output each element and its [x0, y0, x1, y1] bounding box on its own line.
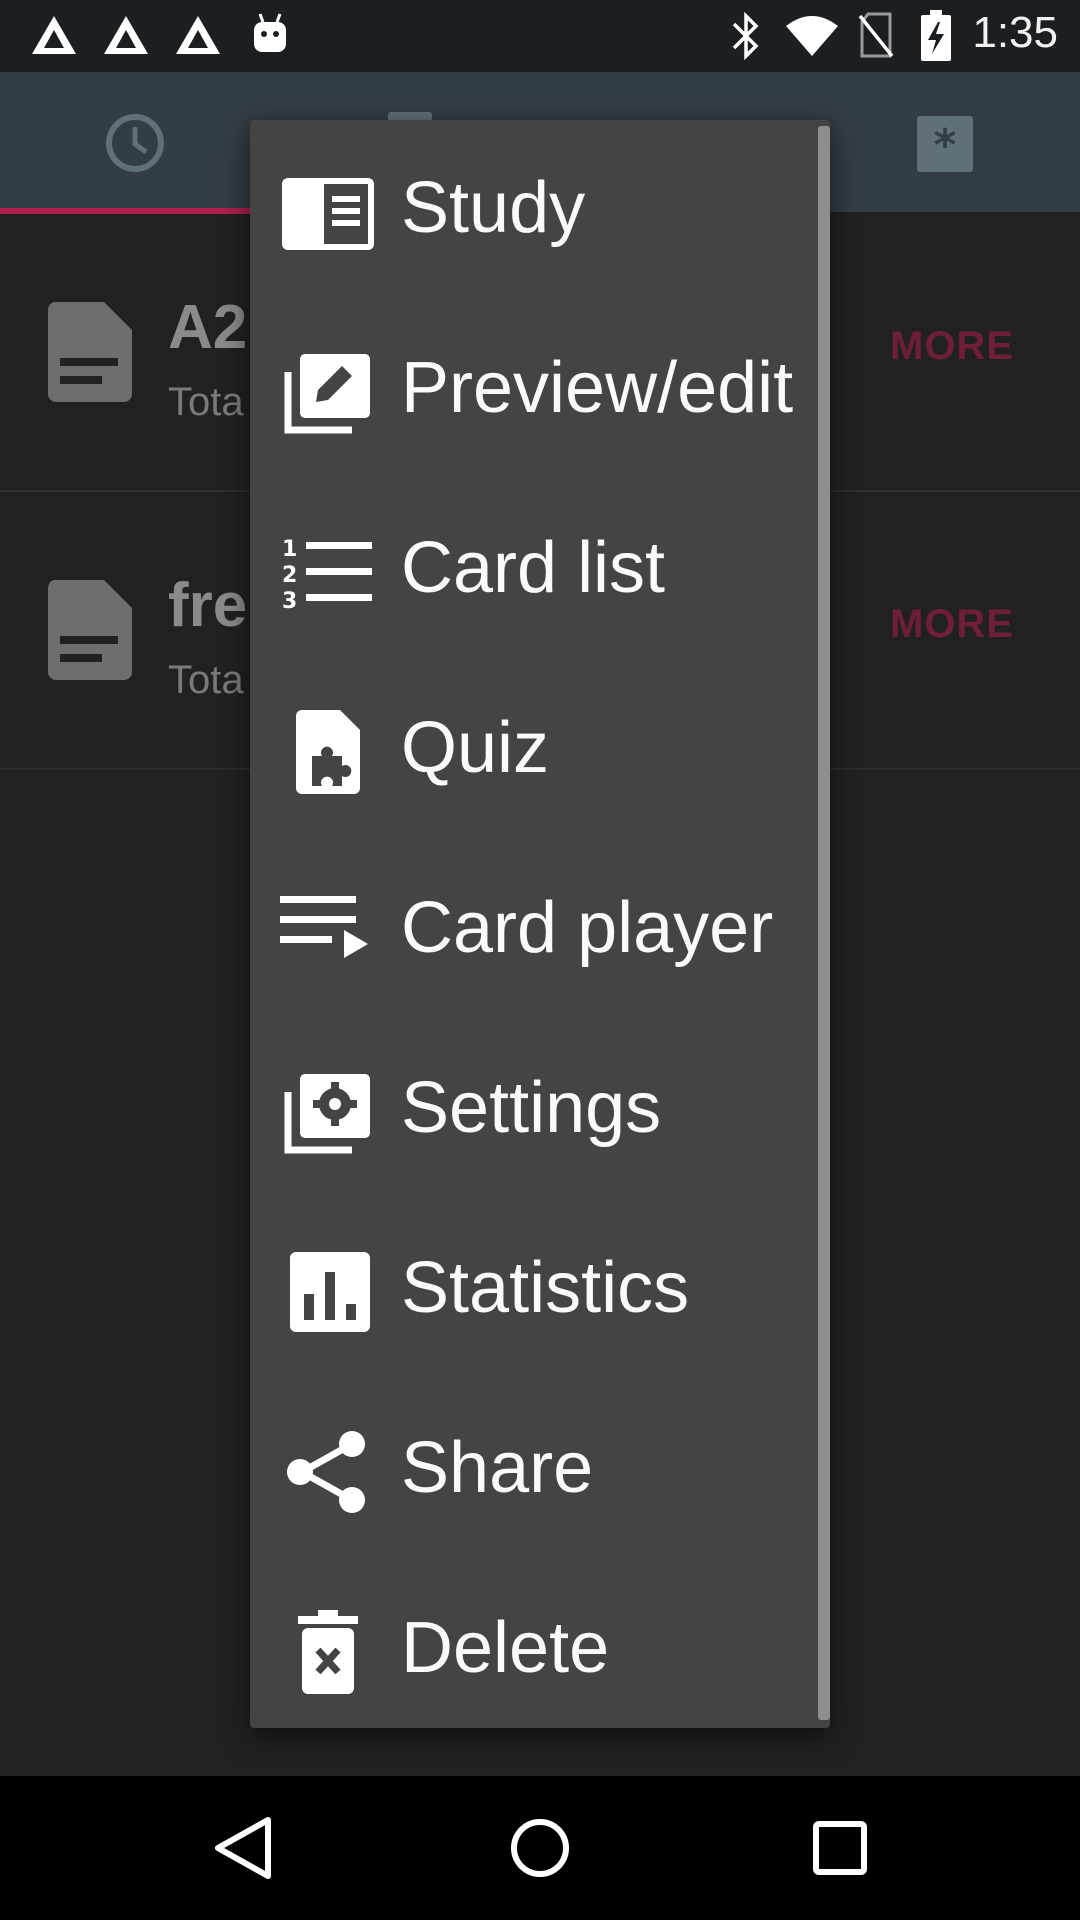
menu-item-preview-edit[interactable]: Preview/edit	[250, 300, 818, 480]
notification-triangle-icon	[32, 16, 76, 54]
menu-item-label: Preview/edit	[401, 348, 794, 428]
asterisk-icon[interactable]: *	[917, 116, 973, 172]
notification-triangle-icon	[104, 16, 148, 54]
svg-text:2: 2	[282, 563, 297, 588]
edit-icon	[284, 354, 370, 434]
deck-title: fre	[168, 571, 248, 640]
menu-item-label: Quiz	[401, 708, 550, 788]
more-button[interactable]: MORE	[890, 324, 1014, 369]
bluetooth-icon	[732, 12, 759, 60]
back-icon[interactable]	[212, 1816, 274, 1880]
menu-item-label: Share	[401, 1428, 594, 1508]
settings-icon	[284, 1074, 370, 1154]
share-icon	[287, 1431, 365, 1513]
no-sim-icon	[858, 12, 894, 58]
battery-charging-icon	[921, 10, 951, 61]
android-icon	[254, 13, 286, 52]
delete-icon	[298, 1610, 358, 1694]
notification-triangle-icon	[176, 16, 220, 54]
document-icon	[48, 580, 132, 680]
menu-item-delete[interactable]: Delete	[250, 1560, 818, 1728]
svg-text:3: 3	[282, 589, 297, 614]
svg-text:1: 1	[282, 537, 297, 562]
svg-text:*: *	[933, 120, 956, 171]
menu-item-statistics[interactable]: Statistics	[250, 1200, 818, 1380]
clock-icon[interactable]	[104, 112, 166, 174]
statistics-icon	[290, 1252, 370, 1332]
study-icon	[282, 178, 374, 250]
numbered-list-icon: 1 2 3	[282, 537, 372, 614]
playlist-play-icon	[280, 896, 368, 958]
deck-title: A2	[168, 293, 248, 362]
deck-subtitle: Tota	[168, 380, 244, 424]
home-icon[interactable]	[510, 1816, 570, 1880]
more-button[interactable]: MORE	[890, 602, 1014, 647]
menu-scrollbar[interactable]	[818, 126, 830, 1720]
deck-subtitle: Tota	[168, 658, 244, 702]
quiz-icon	[296, 710, 360, 794]
menu-item-share[interactable]: Share	[250, 1380, 818, 1560]
menu-item-label: Delete	[401, 1608, 610, 1688]
wifi-icon	[786, 16, 838, 56]
menu-item-label: Study	[401, 168, 586, 248]
menu-item-label: Settings	[401, 1068, 662, 1148]
recents-icon[interactable]	[812, 1816, 868, 1880]
menu-item-label: Statistics	[401, 1248, 690, 1328]
menu-item-label: Card player	[401, 888, 774, 968]
deck-context-menu: Study Preview/edit 1 2 3 Card list Quiz	[250, 120, 830, 1728]
document-icon	[48, 302, 132, 402]
menu-item-settings[interactable]: Settings	[250, 1020, 818, 1200]
menu-item-label: Card list	[401, 528, 666, 608]
menu-item-card-player[interactable]: Card player	[250, 840, 818, 1020]
menu-item-card-list[interactable]: 1 2 3 Card list	[250, 480, 818, 660]
status-bar: 1:35	[0, 0, 1080, 72]
navigation-bar	[0, 1776, 1080, 1920]
menu-item-study[interactable]: Study	[250, 120, 818, 300]
menu-item-quiz[interactable]: Quiz	[250, 660, 818, 840]
clock-time: 1:35	[972, 8, 1058, 57]
